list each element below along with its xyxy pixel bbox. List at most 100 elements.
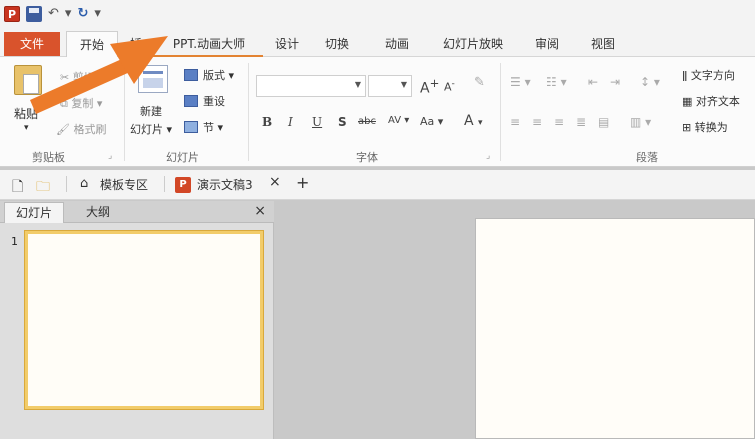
new-doc-icon[interactable]: 🗋 [12,176,23,200]
tab-divider [164,176,165,192]
quick-access-toolbar: P ↶ ▾ ↻ ▾ [0,0,755,27]
font-color-label: A [464,113,474,129]
align-text-label: 对齐文本 [695,95,740,108]
home-icon[interactable]: ⌂ [80,176,88,191]
section-label: 节 [203,121,214,134]
bold-button[interactable]: B [262,115,272,129]
tab-review[interactable]: 审阅 [528,31,566,57]
italic-button[interactable]: I [288,115,293,129]
tab-divider [66,176,67,192]
grow-font-label: A [420,80,430,97]
new-slide-label-2: 幻灯片 [130,123,163,136]
chevron-down-icon: ▼ [400,80,407,89]
redo-icon[interactable]: ↻ [77,6,88,22]
paste-icon[interactable] [14,65,42,95]
layout-icon [184,69,198,81]
shadow-button[interactable]: S [338,115,347,129]
smartart-icon: ⊞ [682,121,692,134]
slides-group-label: 幻灯片 [166,151,199,164]
tab-file[interactable]: 文件 [4,32,60,56]
section-button[interactable]: 节 ▾ [203,119,223,135]
font-color-button[interactable]: A ▾ [464,113,483,129]
text-direction-button[interactable]: ǁ 文字方向 [682,67,735,83]
bullets-icon[interactable]: ☰ ▾ [510,75,531,89]
font-group-label: 字体 [356,151,378,164]
tab-transitions[interactable]: 切换 [318,31,356,57]
slide-pane: 幻灯片 大纲 × 1 [0,201,274,439]
font-size-combo[interactable]: ▼ [368,75,412,97]
convert-smartart-button[interactable]: ⊞ 转换为 [682,119,728,135]
undo-dropdown-icon[interactable]: ▾ [65,6,72,22]
justify-icon[interactable]: ≣ [576,115,586,129]
app-logo-icon[interactable]: P [4,5,20,22]
ribbon-tab-row: 文件 开始 插入 PPT.动画大师 设计 切换 动画 幻灯片放映 审阅 视图 [0,27,755,77]
tab-insert[interactable]: 插入 [126,31,146,77]
slide-thumbnail[interactable] [25,231,263,409]
grow-font-button[interactable]: A+ [420,76,439,97]
new-slide-button[interactable]: 幻灯片 ▾ [130,121,172,137]
format-painter-label: 格式刷 [73,123,107,136]
numbering-icon[interactable]: ☷ ▾ [546,75,567,89]
group-separator [500,63,501,161]
save-icon[interactable] [26,5,42,22]
font-name-combo[interactable]: ▼ [256,75,366,97]
cut-label: 剪切 [72,71,95,84]
new-slide-icon[interactable] [138,65,168,93]
customize-toolbar-icon[interactable]: ▾ [94,6,101,22]
layout-button[interactable]: 版式 ▾ [203,67,234,83]
copy-button[interactable]: ⧉ 复制 ▾ [60,95,102,111]
doc-tab-current[interactable]: 演示文稿3 [197,176,253,193]
shrink-font-button[interactable]: A- [444,78,455,94]
decrease-indent-icon[interactable]: ⇤ [588,75,598,89]
font-launcher-icon[interactable]: ⌟ [486,151,490,161]
add-doc-tab-icon[interactable]: + [296,173,309,192]
paste-dropdown-icon[interactable]: ▾ [24,123,29,133]
tab-animations[interactable]: 动画 [378,31,416,57]
pane-tabs: 幻灯片 大纲 × [0,201,274,223]
columns-icon[interactable]: ▥ ▾ [630,115,651,129]
convert-label: 转换为 [694,121,728,134]
reset-icon [184,95,198,107]
slide-number: 1 [11,235,18,248]
strikethrough-button[interactable]: abc [358,116,376,127]
tab-slides[interactable]: 幻灯片 [4,202,64,223]
slide-canvas[interactable] [475,218,755,439]
tab-home[interactable]: 开始 [66,31,118,58]
copy-label: 复制 [71,97,94,110]
align-text-icon: ▦ [682,95,693,108]
undo-icon[interactable]: ↶ [48,6,59,22]
new-slide-label-1[interactable]: 新建 [140,103,162,119]
line-spacing-icon[interactable]: ↕ ▾ [640,75,660,89]
char-spacing-button[interactable]: AV ▾ [388,115,409,126]
tab-slideshow[interactable]: 幻灯片放映 [434,31,512,57]
align-right-icon[interactable]: ≡ [554,115,564,129]
tab-view[interactable]: 视图 [584,31,622,57]
paste-button[interactable]: 粘贴 [14,105,38,122]
format-painter-button[interactable]: 🖌 格式刷 [56,121,106,137]
layout-label: 版式 [203,69,225,82]
close-doc-icon[interactable]: × [269,174,281,190]
tab-design[interactable]: 设计 [268,31,306,57]
cut-button[interactable]: ✂ 剪切 [60,69,95,85]
align-text-button[interactable]: ▦ 对齐文本 [682,93,740,109]
text-direction-label: 文字方向 [690,69,735,82]
doc-tab-templates[interactable]: 模板专区 [100,176,148,193]
align-center-icon[interactable]: ≡ [532,115,542,129]
tab-ppt-animation-master[interactable]: PPT.动画大师 [150,31,268,57]
tab-outline[interactable]: 大纲 [68,202,128,223]
open-folder-icon[interactable]: 🗀 [36,176,50,200]
char-spacing-label: AV [388,115,402,126]
align-left-icon[interactable]: ≡ [510,115,520,129]
distribute-icon[interactable]: ▤ [598,115,609,129]
clear-format-icon[interactable]: ✎ [474,75,485,90]
increase-indent-icon[interactable]: ⇥ [610,75,620,89]
clipboard-launcher-icon[interactable]: ⌟ [108,151,112,161]
underline-button[interactable]: U [312,115,322,129]
section-icon [184,121,198,133]
ribbon-home: 粘贴 ▾ ✂ 剪切 ⧉ 复制 ▾ 🖌 格式刷 剪贴板 ⌟ 新建 幻灯片 ▾ 版式… [0,57,755,167]
presentation-icon: P [175,177,191,193]
group-separator [124,63,125,161]
close-pane-icon[interactable]: × [254,203,266,219]
reset-button[interactable]: 重设 [203,93,225,109]
change-case-button[interactable]: Aa ▾ [420,115,443,128]
